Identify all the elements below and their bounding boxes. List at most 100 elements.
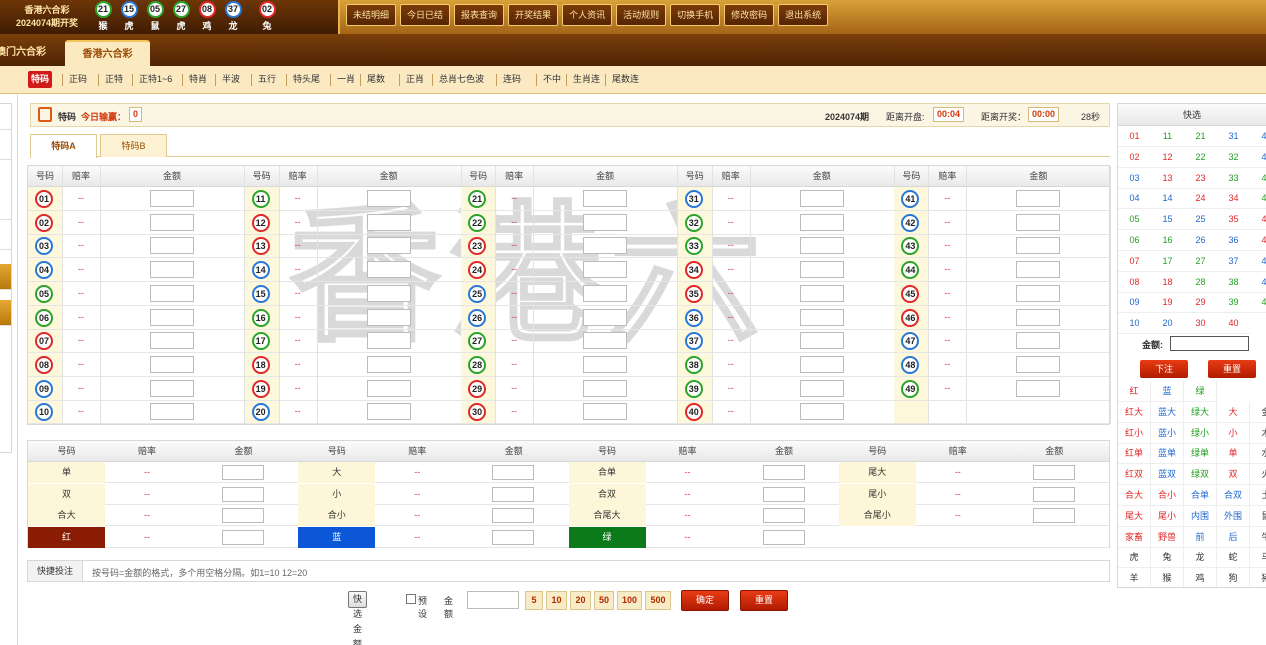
bet-type-label[interactable]: 合大 (28, 505, 105, 526)
number-ball[interactable]: 44 (901, 261, 920, 280)
quick-select-number[interactable]: 08 (1118, 272, 1151, 293)
quick-select-attribute[interactable]: 水 (1250, 443, 1266, 465)
play-tab[interactable]: 五行 (255, 71, 279, 88)
bet-type-label[interactable]: 合双 (568, 483, 646, 505)
nav-button[interactable]: 个人资讯 (562, 4, 613, 26)
quick-bet-box[interactable]: 快捷投注 按号码=金额的格式，多个用空格分隔。如1=10 12=20 (27, 560, 1110, 582)
quick-select-number[interactable]: 44 (1250, 188, 1266, 210)
amount-input[interactable] (1016, 355, 1061, 373)
quick-select-number[interactable]: 13 (1151, 168, 1184, 189)
number-ball[interactable]: 22 (468, 213, 487, 232)
left-panel-gold-item[interactable] (0, 264, 11, 290)
quick-select-number[interactable]: 21 (1184, 126, 1217, 147)
quick-select-attribute[interactable]: 绿双 (1184, 464, 1217, 486)
quick-select-attribute[interactable]: 蓝小 (1151, 422, 1184, 444)
quick-select-amount-input[interactable] (1170, 336, 1249, 351)
quick-select-attribute[interactable]: 红大 (1118, 401, 1151, 423)
amount-input[interactable] (366, 237, 411, 255)
bet-type-label[interactable]: 大 (298, 462, 376, 483)
bet-type-label[interactable]: 合尾大 (568, 505, 646, 526)
quick-select-number[interactable]: 28 (1184, 272, 1217, 293)
quick-select-number[interactable]: 27 (1184, 251, 1217, 272)
quick-select-number[interactable]: 20 (1151, 313, 1184, 335)
quick-select-number[interactable]: 04 (1118, 188, 1151, 210)
quick-select-number[interactable]: 16 (1151, 230, 1184, 251)
bet-type-label[interactable]: 双 (28, 483, 105, 505)
quick-select-number[interactable]: 06 (1118, 230, 1151, 251)
bet-type-label[interactable]: 绿 (568, 526, 646, 548)
quick-select-attribute[interactable]: 红 (1118, 381, 1151, 402)
quick-select-attribute[interactable]: 双 (1217, 464, 1250, 486)
amount-input[interactable] (222, 508, 264, 523)
bet-type-label[interactable]: 合小 (298, 505, 376, 526)
number-ball[interactable]: 11 (251, 190, 270, 208)
tab-special-b[interactable]: 特码B (100, 134, 167, 157)
amount-input[interactable] (799, 190, 844, 207)
quick-select-attribute[interactable]: 鼠 (1250, 506, 1266, 527)
play-tab[interactable]: 正特1~6 (136, 71, 175, 88)
amount-input[interactable] (150, 213, 194, 231)
quick-select-number[interactable]: 25 (1184, 209, 1217, 231)
amount-input[interactable] (583, 284, 628, 302)
left-panel-gold-item[interactable] (0, 300, 11, 326)
amount-input[interactable] (1032, 465, 1075, 480)
quick-select-number[interactable]: 24 (1184, 188, 1217, 210)
reset-button[interactable]: 重置 (740, 590, 788, 611)
play-tab[interactable]: 特肖 (186, 71, 210, 88)
amount-input[interactable] (799, 284, 844, 302)
nav-button[interactable]: 退出系统 (778, 4, 829, 26)
quick-select-attribute[interactable]: 龙 (1184, 547, 1217, 569)
amount-input[interactable] (1016, 237, 1061, 255)
quick-select-number[interactable]: 07 (1118, 251, 1151, 272)
number-ball[interactable]: 06 (35, 308, 53, 327)
play-tab[interactable]: 特头尾 (290, 71, 323, 88)
place-bet-button[interactable]: 下注 (1140, 360, 1188, 378)
number-ball[interactable]: 47 (901, 332, 920, 351)
number-ball[interactable]: 01 (35, 190, 53, 208)
quick-select-attribute[interactable]: 红小 (1118, 422, 1151, 444)
tab-special-a[interactable]: 特码A (30, 134, 97, 158)
number-ball[interactable]: 27 (468, 332, 487, 351)
number-ball[interactable]: 15 (251, 284, 270, 303)
amount-input[interactable] (150, 332, 194, 350)
amount-input[interactable] (366, 284, 411, 302)
amount-input[interactable] (799, 261, 844, 279)
play-tab[interactable]: 总肖七色波 (436, 71, 487, 88)
bet-type-label[interactable]: 单 (28, 462, 105, 483)
amount-input[interactable] (150, 403, 194, 421)
bet-type-label[interactable]: 尾小 (838, 483, 916, 505)
quick-select-number[interactable]: 47 (1250, 251, 1266, 272)
quick-select-attribute[interactable]: 蓝大 (1151, 401, 1184, 423)
nav-button[interactable]: 报表查询 (454, 4, 505, 26)
quick-select-attribute[interactable]: 后 (1217, 526, 1250, 548)
bet-type-label[interactable]: 小 (298, 483, 376, 505)
number-ball[interactable]: 46 (901, 308, 920, 327)
amount-input[interactable] (762, 508, 805, 523)
amount-chip[interactable]: 100 (617, 591, 642, 610)
quick-select-number[interactable]: 03 (1118, 168, 1151, 189)
quick-select-number[interactable]: 33 (1217, 168, 1250, 189)
number-ball[interactable]: 24 (468, 261, 487, 280)
amount-input[interactable] (799, 332, 844, 350)
amount-input[interactable] (583, 403, 628, 421)
nav-button[interactable]: 未结明细 (346, 4, 397, 26)
amount-chip[interactable]: 20 (570, 591, 591, 610)
quick-select-number[interactable]: 39 (1217, 292, 1250, 314)
left-panel-item[interactable] (0, 194, 11, 220)
amount-input[interactable] (583, 308, 628, 326)
number-ball[interactable]: 35 (684, 284, 703, 303)
amount-input[interactable] (366, 261, 411, 279)
quick-select-number[interactable]: 26 (1184, 230, 1217, 251)
quick-select-attribute[interactable]: 红单 (1118, 443, 1151, 465)
quick-select-attribute[interactable]: 合双 (1217, 485, 1250, 506)
quick-select-attribute[interactable]: 绿单 (1184, 443, 1217, 465)
amount-input[interactable] (1016, 308, 1061, 326)
number-ball[interactable]: 09 (35, 379, 53, 398)
quick-select-number[interactable]: 11 (1151, 126, 1184, 147)
amount-chip[interactable]: 50 (594, 591, 614, 610)
amount-chip[interactable]: 500 (645, 591, 671, 610)
left-panel-item[interactable] (0, 104, 11, 130)
quick-select-number[interactable]: 30 (1184, 313, 1217, 335)
bet-type-label[interactable]: 合尾小 (838, 505, 916, 526)
number-ball[interactable]: 08 (35, 355, 53, 374)
